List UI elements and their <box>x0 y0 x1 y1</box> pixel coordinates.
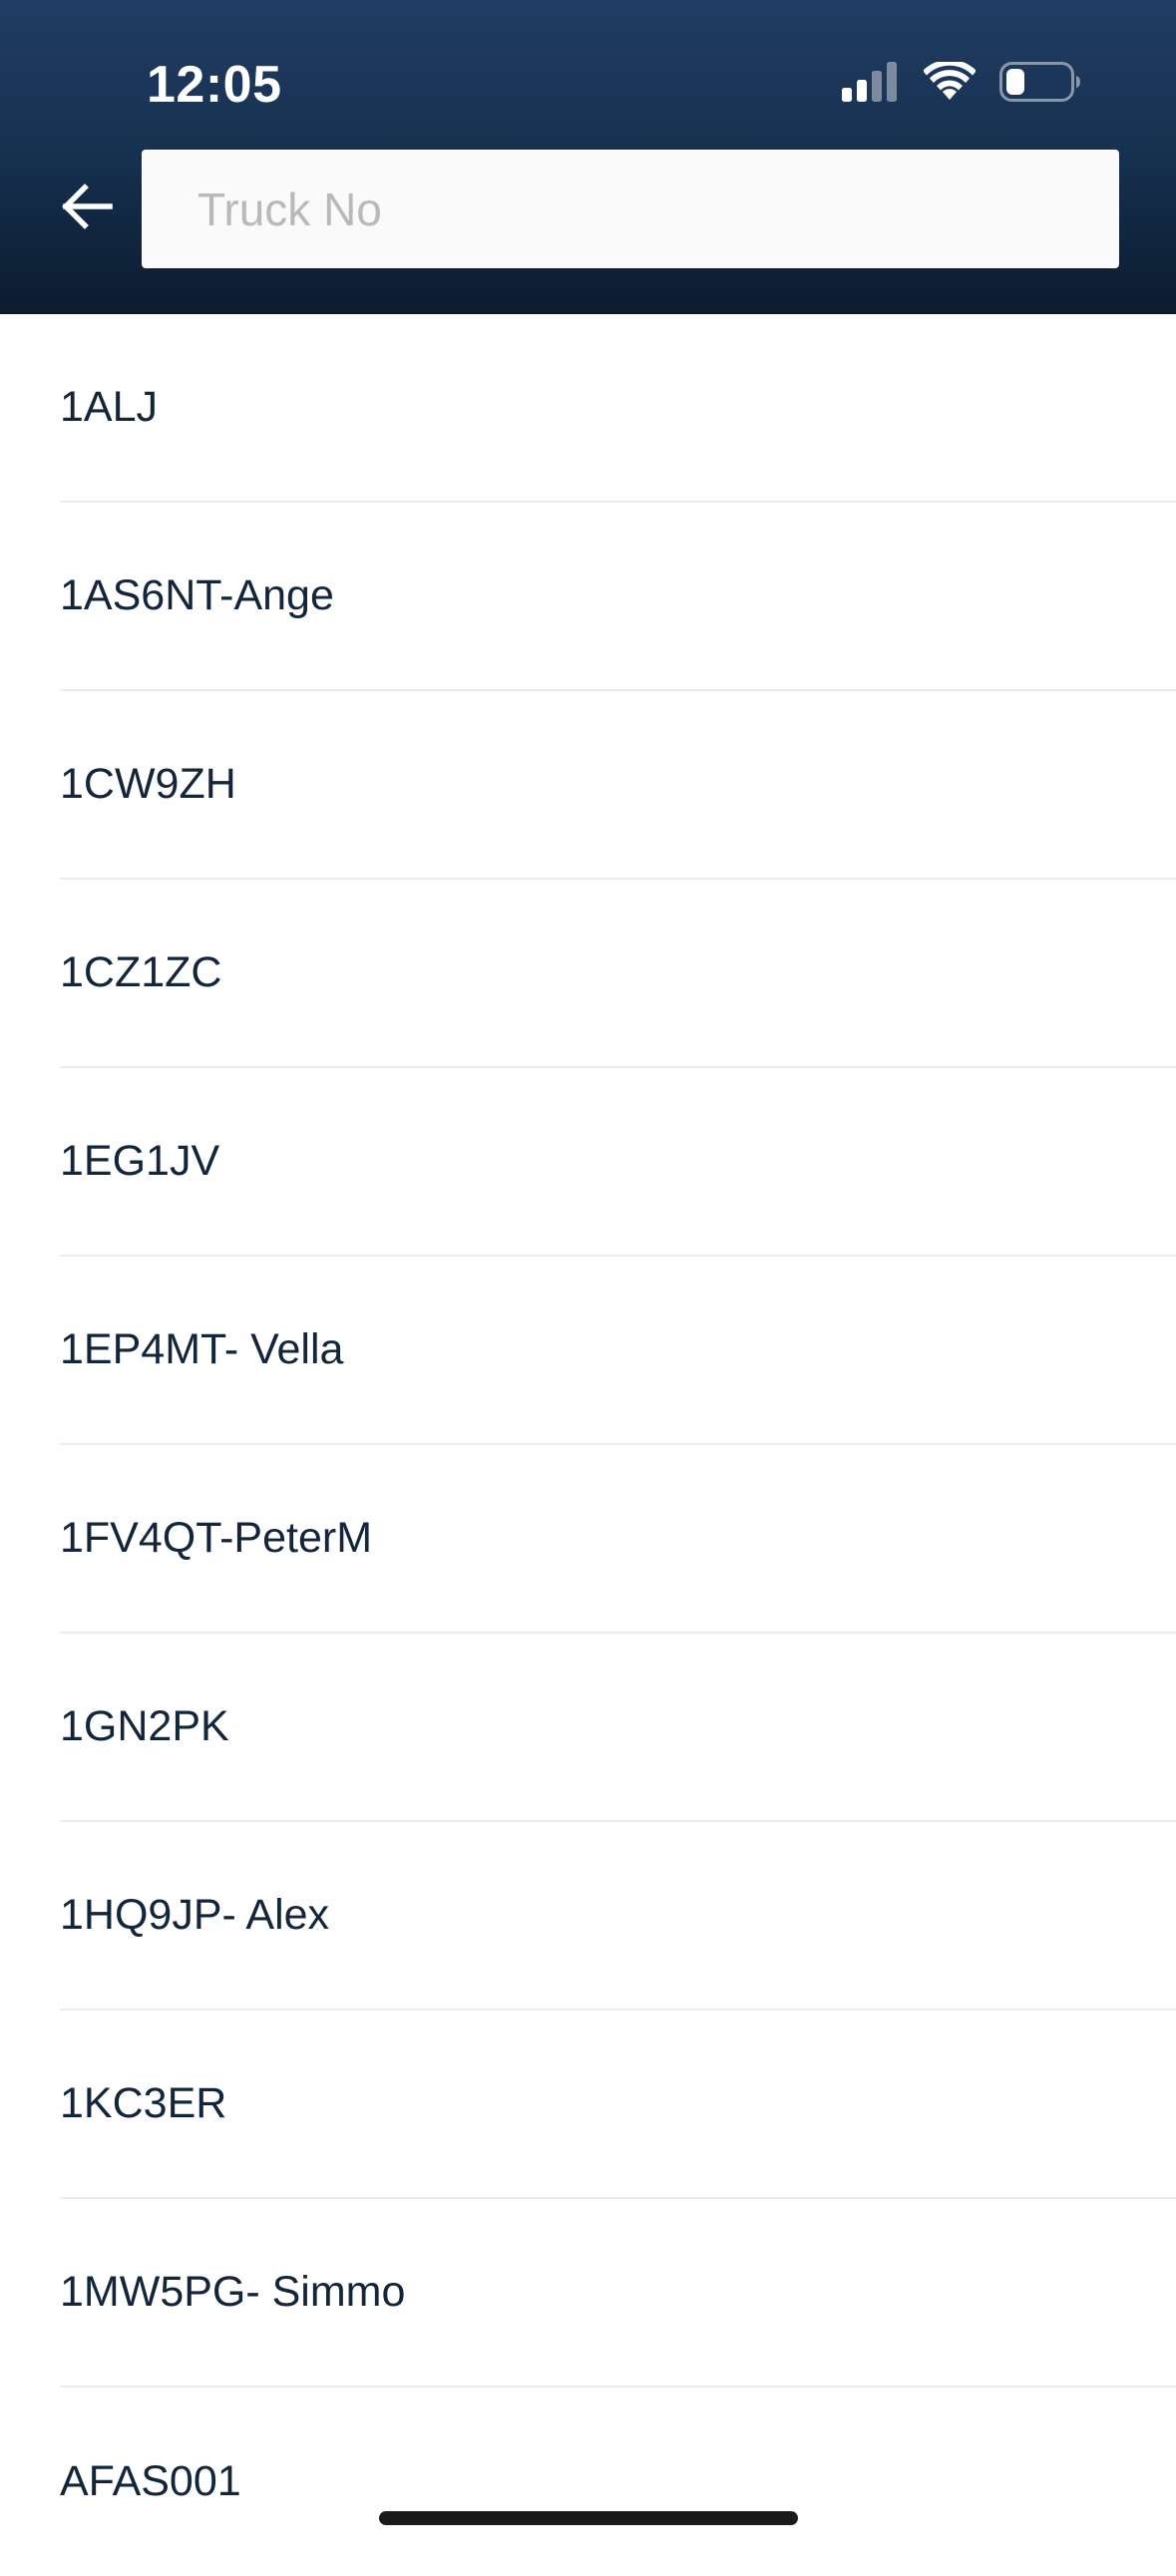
list-item-label: 1FV4QT-PeterM <box>60 1514 373 1562</box>
list-item-label: 1KC3ER <box>60 2079 227 2127</box>
list-item-label: 1AS6NT-Ange <box>60 571 334 619</box>
list-item-label: 1MW5PG- Simmo <box>60 2268 406 2316</box>
list-item[interactable]: 1KC3ER <box>60 2011 1176 2199</box>
status-time: 12:05 <box>147 56 282 114</box>
list-item-label: 1EP4MT- Vella <box>60 1325 344 1373</box>
truck-search-field[interactable] <box>142 150 1119 268</box>
list-item[interactable]: 1CW9ZH <box>60 691 1176 880</box>
list-item[interactable]: 1FV4QT-PeterM <box>60 1445 1176 1634</box>
list-item-label: 1CW9ZH <box>60 760 236 808</box>
list-item-label: 1ALJ <box>60 383 159 431</box>
cellular-signal-icon <box>842 62 897 102</box>
list-item[interactable]: 1ALJ <box>60 314 1176 503</box>
list-item[interactable]: 1MW5PG- Simmo <box>60 2199 1176 2388</box>
list-item[interactable]: 1GN2PK <box>60 1634 1176 1822</box>
list-item-label: 1CZ1ZC <box>60 948 222 996</box>
app-header: 12:05 <box>0 0 1176 314</box>
list-item[interactable]: 1EP4MT- Vella <box>60 1257 1176 1445</box>
wifi-icon <box>924 62 976 100</box>
list-item[interactable]: 1EG1JV <box>60 1068 1176 1257</box>
list-item-label: 1EG1JV <box>60 1137 220 1185</box>
home-indicator <box>379 2511 798 2525</box>
arrow-left-icon <box>62 184 113 229</box>
list-item[interactable]: 1HQ9JP- Alex <box>60 1822 1176 2011</box>
list-item[interactable]: 1CZ1ZC <box>60 880 1176 1068</box>
truck-search-input[interactable] <box>142 150 1119 268</box>
battery-icon <box>999 62 1080 102</box>
list-item[interactable]: 1AS6NT-Ange <box>60 503 1176 691</box>
truck-list: 1ALJ 1AS6NT-Ange 1CW9ZH 1CZ1ZC 1EG1JV 1E… <box>0 314 1176 2576</box>
list-item-label: AFAS001 <box>60 2457 241 2505</box>
status-icons <box>842 62 1081 102</box>
back-button[interactable] <box>52 172 122 241</box>
list-item-label: 1GN2PK <box>60 1702 229 1750</box>
list-item[interactable]: AFAS001 <box>60 2388 1176 2576</box>
list-item-label: 1HQ9JP- Alex <box>60 1891 330 1939</box>
